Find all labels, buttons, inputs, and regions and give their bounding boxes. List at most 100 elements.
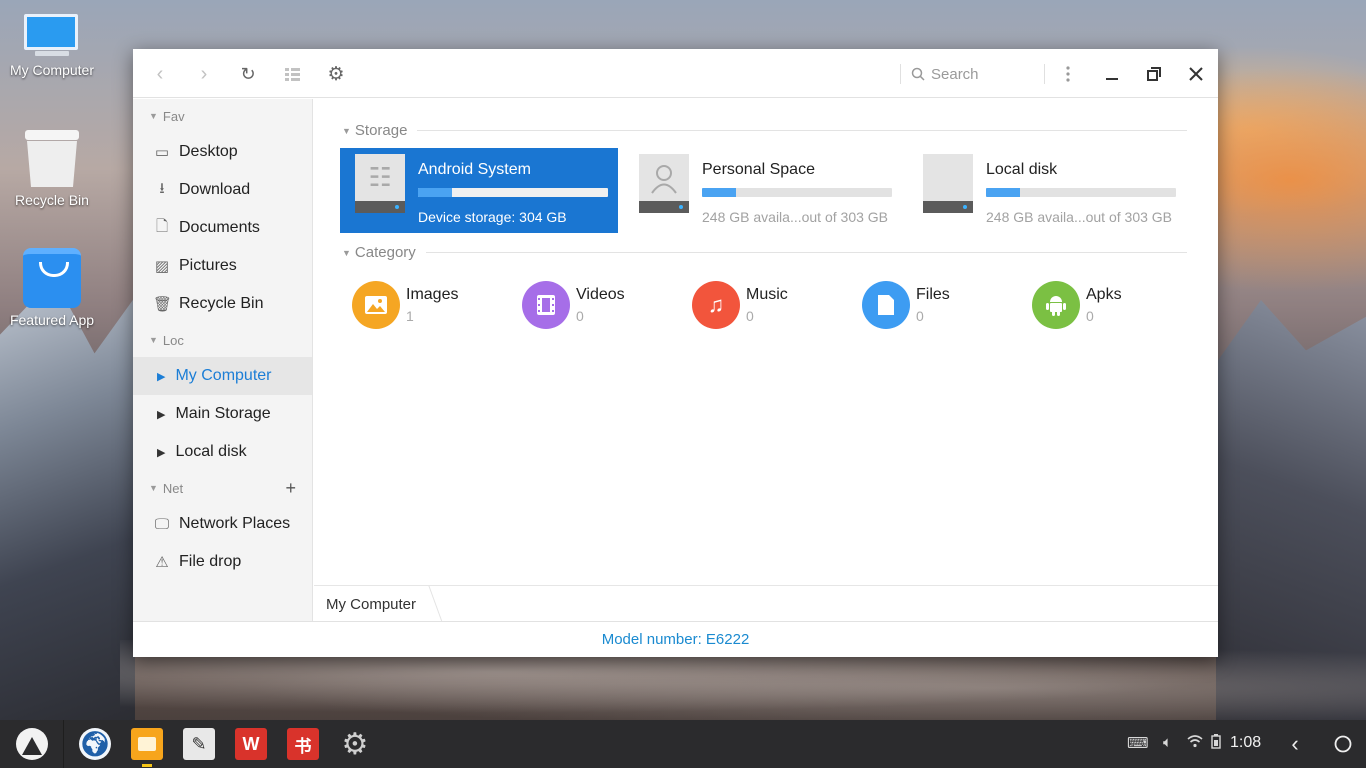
add-network-button[interactable]: + [285, 478, 296, 499]
category-name: Images [406, 286, 459, 303]
taskbar-app-reader[interactable]: 书 [287, 728, 319, 760]
shopping-bag-icon [23, 248, 81, 308]
breadcrumb-my-computer[interactable]: My Computer [326, 596, 416, 613]
sidebar-section-loc[interactable]: ▼ Loc [133, 323, 312, 357]
network-icon: 🖵 [154, 515, 170, 533]
nav-back-button[interactable]: ‹ [1281, 730, 1309, 758]
sidebar-item-pictures[interactable]: ▨ Pictures [133, 247, 312, 285]
image-icon [352, 281, 400, 329]
sidebar-item-recycle-bin[interactable]: 🗑 Recycle Bin [133, 285, 312, 323]
sidebar-item-my-computer[interactable]: ▶ My Computer [133, 357, 312, 395]
sidebar-item-network-places[interactable]: 🖵 Network Places [133, 505, 312, 543]
sidebar-item-download[interactable]: ⭳ Download [133, 171, 312, 209]
storage-usage-bar [986, 188, 1176, 197]
category-apks[interactable]: Apks 0 [1022, 281, 1182, 335]
maximize-button[interactable] [1141, 61, 1167, 87]
sidebar-section-net[interactable]: ▼ Net + [133, 471, 312, 505]
back-button[interactable]: ‹ [147, 61, 173, 87]
sidebar-item-label: Desktop [179, 143, 238, 160]
sidebar-item-file-drop[interactable]: ⚠ File drop [133, 543, 312, 581]
category-music[interactable]: ♫ Music 0 [682, 281, 842, 335]
category-count: 0 [916, 308, 924, 324]
search-input[interactable] [931, 65, 1031, 83]
pen-icon: ✎ [191, 733, 207, 754]
folder-icon [138, 737, 156, 751]
desktop-icon: ▭ [154, 144, 170, 161]
sidebar-item-label: File drop [179, 553, 242, 570]
category-files[interactable]: Files 0 [852, 281, 1012, 335]
category-images[interactable]: Images 1 [342, 281, 502, 335]
view-mode-button[interactable] [279, 61, 305, 87]
close-button[interactable] [1183, 61, 1209, 87]
drive-icon [639, 154, 689, 213]
sidebar-item-main-storage[interactable]: ▶ Main Storage [133, 395, 312, 433]
storage-local-disk[interactable]: Local disk 248 GB availa...out of 303 GB [908, 148, 1186, 233]
forward-button[interactable]: › [191, 61, 217, 87]
caret-right-icon[interactable]: ▶ [157, 446, 165, 459]
desktop-icon-my-computer[interactable]: My Computer [0, 14, 104, 78]
storage-detail: Device storage: 304 GB [418, 209, 567, 225]
trash-icon [25, 130, 79, 188]
close-icon [1189, 67, 1203, 81]
sidebar-item-documents[interactable]: 🗋 Documents [133, 209, 312, 247]
category-count: 1 [406, 308, 414, 324]
storage-usage-bar [418, 188, 608, 197]
category-count: 0 [1086, 308, 1094, 324]
taskbar-app-settings[interactable]: ⚙ [339, 728, 371, 761]
file-icon [862, 281, 910, 329]
storage-personal-space[interactable]: Personal Space 248 GB availa...out of 30… [624, 148, 902, 233]
storage-usage-fill [702, 188, 737, 197]
start-button[interactable] [0, 720, 64, 768]
volume-icon[interactable]: 🔈︎ [1163, 734, 1172, 751]
drive-icon: ☷ [355, 154, 405, 213]
category-group-header[interactable]: ▼ Category [342, 244, 1187, 261]
download-icon: ⭳ [159, 179, 165, 197]
chevron-left-icon: ‹ [1291, 731, 1299, 756]
taskbar-app-wps[interactable]: W [235, 728, 267, 760]
keyboard-icon[interactable]: ⌨ [1127, 734, 1149, 752]
settings-button[interactable]: ⚙ [323, 61, 349, 87]
nav-home-button[interactable] [1329, 730, 1357, 758]
wifi-icon[interactable] [1187, 734, 1203, 752]
taskbar-app-browser[interactable]: 🌍︎ [79, 728, 111, 760]
divider [417, 130, 1187, 131]
storage-android-system[interactable]: ☷ Android System Device storage: 304 GB [340, 148, 618, 233]
sidebar-item-local-disk[interactable]: ▶ Local disk [133, 433, 312, 471]
sidebar-item-desktop[interactable]: ▭ Desktop [133, 133, 312, 171]
search-box [900, 64, 1045, 84]
category-videos[interactable]: Videos 0 [512, 281, 672, 335]
refresh-button[interactable]: ↻ [235, 61, 261, 87]
storage-usage-fill [986, 188, 1021, 197]
desktop-icon-recycle-bin[interactable]: Recycle Bin [0, 130, 104, 208]
running-indicator [142, 764, 152, 767]
caret-down-icon: ▼ [342, 247, 351, 258]
caret-right-icon[interactable]: ▶ [157, 370, 165, 383]
sidebar-section-fav[interactable]: ▼ Fav [133, 99, 312, 133]
storage-name: Personal Space [702, 161, 815, 178]
clock[interactable]: 1:08 [1230, 734, 1261, 752]
more-options-button[interactable] [1055, 61, 1081, 87]
caret-down-icon: ▼ [149, 111, 158, 121]
music-icon: ♫ [692, 281, 740, 329]
taskbar-app-file-manager[interactable] [131, 728, 163, 760]
caret-down-icon: ▼ [149, 483, 158, 493]
sidebar-item-label: Main Storage [175, 405, 271, 422]
divider [425, 252, 1187, 253]
category-name: Files [916, 286, 950, 303]
gear-icon: ⚙ [327, 63, 345, 85]
storage-usage-fill [418, 188, 453, 197]
more-vertical-icon [1066, 66, 1070, 82]
battery-icon[interactable] [1211, 734, 1221, 753]
desktop-icon-featured-app[interactable]: Featured App [0, 248, 104, 328]
user-icon [651, 165, 677, 194]
storage-name: Local disk [986, 161, 1058, 178]
category-name: Music [746, 286, 788, 303]
caret-right-icon[interactable]: ▶ [157, 408, 165, 421]
storage-group-header[interactable]: ▼ Storage [342, 122, 1187, 139]
minimize-button[interactable] [1099, 61, 1125, 87]
android-icon [1032, 281, 1080, 329]
document-icon: 🗋 [155, 217, 169, 235]
taskbar-app-notes[interactable]: ✎ [183, 728, 215, 760]
sidebar-section-label: Fav [162, 108, 185, 124]
globe-icon: 🌍︎ [79, 730, 111, 758]
